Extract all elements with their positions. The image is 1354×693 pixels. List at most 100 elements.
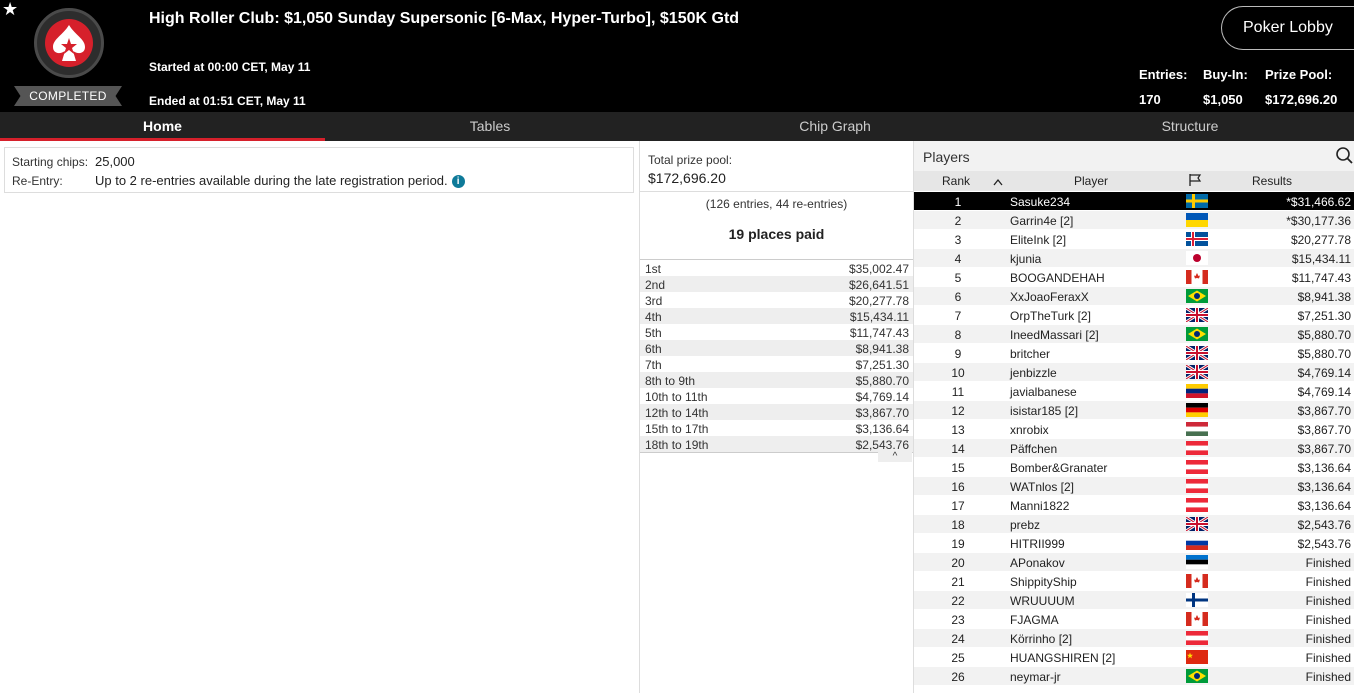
country-flag-icon: [1186, 308, 1208, 322]
tournament-header: ★ COMPLETED High Roller Club: $1,050 Sun…: [0, 0, 1354, 112]
country-flag-column-icon[interactable]: [1188, 173, 1202, 190]
player-rank: 4: [954, 252, 962, 266]
country-flag-icon: [1186, 194, 1208, 208]
payout-amount: $8,941.38: [855, 342, 909, 356]
tab-structure[interactable]: Structure: [1015, 112, 1354, 141]
player-row[interactable]: 15 Bomber&Granater $3,136.64: [914, 458, 1354, 477]
player-result: *$31,466.62: [1286, 195, 1351, 209]
payout-amount: $20,277.78: [848, 294, 909, 308]
country-flag-icon: [1186, 403, 1208, 417]
payout-place: 8th to 9th: [645, 374, 696, 388]
prize-pool-label: Prize Pool:: [1265, 67, 1333, 82]
player-name: Garrin4e [2]: [1010, 214, 1074, 228]
player-name: Körrinho [2]: [1010, 632, 1073, 646]
player-row[interactable]: 13 xnrobix $3,867.70: [914, 420, 1354, 439]
player-row[interactable]: 11 javialbanese $4,769.14: [914, 382, 1354, 401]
tab-tables[interactable]: Tables: [325, 112, 655, 141]
favorite-star-icon[interactable]: ★: [2, 0, 18, 18]
player-rank: 16: [951, 480, 965, 494]
payout-amount: $3,136.64: [855, 422, 909, 436]
country-flag-icon: [1186, 669, 1208, 683]
total-prize-pool-value: $172,696.20: [648, 170, 726, 186]
player-result: $2,543.76: [1297, 537, 1351, 551]
payout-place: 10th to 11th: [645, 390, 708, 404]
player-name: WRUUUUM: [1010, 594, 1075, 608]
player-rank: 11: [951, 385, 965, 399]
player-rank: 12: [951, 404, 965, 418]
player-name: HITRII999: [1010, 537, 1065, 551]
player-row[interactable]: 10 jenbizzle $4,769.14: [914, 363, 1354, 382]
player-row[interactable]: 17 Manni1822 $3,136.64: [914, 496, 1354, 515]
country-flag-icon: [1186, 460, 1208, 474]
player-row[interactable]: 21 ShippityShip Finished: [914, 572, 1354, 591]
player-rank: 13: [951, 423, 965, 437]
player-result: $3,136.64: [1297, 480, 1351, 494]
country-flag-icon: [1186, 536, 1208, 550]
player-name: WATnlos [2]: [1010, 480, 1075, 494]
tab-bar: Home Tables Chip Graph Structure: [0, 112, 1354, 141]
player-result: $5,880.70: [1297, 347, 1351, 361]
player-rank: 7: [954, 309, 962, 323]
player-row[interactable]: 16 WATnlos [2] $3,136.64: [914, 477, 1354, 496]
country-flag-icon: [1186, 213, 1208, 227]
player-name: Manni1822: [1010, 499, 1070, 513]
tab-home[interactable]: Home: [0, 112, 325, 141]
player-row[interactable]: 8 IneedMassari [2] $5,880.70: [914, 325, 1354, 344]
player-row[interactable]: 6 XxJoaoFeraxX $8,941.38: [914, 287, 1354, 306]
player-row[interactable]: 26 neymar-jr Finished: [914, 667, 1354, 686]
player-result: $3,136.64: [1297, 499, 1351, 513]
tab-chip-graph[interactable]: Chip Graph: [655, 112, 1015, 141]
players-column-header: Rank Player Results: [914, 171, 1354, 191]
player-name: jenbizzle: [1010, 366, 1057, 380]
player-name: Sasuke234: [1010, 195, 1071, 209]
player-name: kjunia: [1010, 252, 1042, 266]
player-column-header[interactable]: Player: [1074, 174, 1108, 188]
poker-lobby-button[interactable]: Poker Lobby: [1221, 6, 1354, 50]
player-row[interactable]: 9 britcher $5,880.70: [914, 344, 1354, 363]
payout-place: 12th to 14th: [645, 406, 709, 420]
player-rank: 24: [951, 632, 965, 646]
country-flag-icon: [1186, 384, 1208, 398]
sort-ascending-icon[interactable]: [993, 175, 1003, 189]
payout-row: 12th to 14th $3,867.70: [640, 404, 913, 420]
player-row[interactable]: 3 EliteInk [2] $20,277.78: [914, 230, 1354, 249]
player-result: $15,434.11: [1291, 252, 1351, 266]
country-flag-icon: [1186, 270, 1208, 284]
player-row[interactable]: 18 prebz $2,543.76: [914, 515, 1354, 534]
player-row[interactable]: 14 Päffchen $3,867.70: [914, 439, 1354, 458]
player-name: britcher: [1010, 347, 1051, 361]
player-row[interactable]: 5 BOOGANDEHAH $11,747.43: [914, 268, 1354, 287]
info-icon[interactable]: i: [451, 175, 465, 189]
start-time: Started at 00:00 CET, May 11: [149, 60, 311, 74]
player-row[interactable]: 2 Garrin4e [2] *$30,177.36: [914, 211, 1354, 230]
player-name: OrpTheTurk [2]: [1010, 309, 1091, 323]
player-rank: 1: [954, 195, 962, 209]
rank-column-header[interactable]: Rank: [942, 174, 970, 188]
player-row[interactable]: 20 APonakov Finished: [914, 553, 1354, 572]
player-row[interactable]: 22 WRUUUUM Finished: [914, 591, 1354, 610]
search-icon[interactable]: [1335, 146, 1353, 164]
player-row[interactable]: 7 OrpTheTurk [2] $7,251.30: [914, 306, 1354, 325]
player-row[interactable]: 4 kjunia $15,434.11: [914, 249, 1354, 268]
player-result: $11,747.43: [1291, 271, 1351, 285]
chevron-up-icon[interactable]: ^: [878, 452, 912, 462]
player-row[interactable]: 1 Sasuke234 *$31,466.62: [914, 192, 1354, 211]
player-row[interactable]: 23 FJAGMA Finished: [914, 610, 1354, 629]
country-flag-icon: [1186, 555, 1208, 569]
player-row[interactable]: 19 HITRII999 $2,543.76: [914, 534, 1354, 553]
player-name: BOOGANDEHAH: [1010, 271, 1105, 285]
end-time: Ended at 01:51 CET, May 11: [149, 94, 306, 108]
player-row[interactable]: 24 Körrinho [2] Finished: [914, 629, 1354, 648]
players-title: Players: [923, 149, 970, 165]
country-flag-icon: [1186, 593, 1208, 607]
player-result: Finished: [1305, 556, 1351, 570]
country-flag-icon: [1186, 498, 1208, 512]
results-column-header[interactable]: Results: [1252, 174, 1292, 188]
player-row[interactable]: 25 HUANGSHIREN [2] Finished: [914, 648, 1354, 667]
player-result: *$30,177.36: [1286, 214, 1351, 228]
player-rank: 23: [951, 613, 965, 627]
reentry-text: Up to 2 re-entries available during the …: [95, 173, 465, 189]
player-row[interactable]: 12 isistar185 [2] $3,867.70: [914, 401, 1354, 420]
status-badge: COMPLETED: [14, 86, 122, 106]
payout-row: 18th to 19th $2,543.76: [640, 436, 913, 452]
